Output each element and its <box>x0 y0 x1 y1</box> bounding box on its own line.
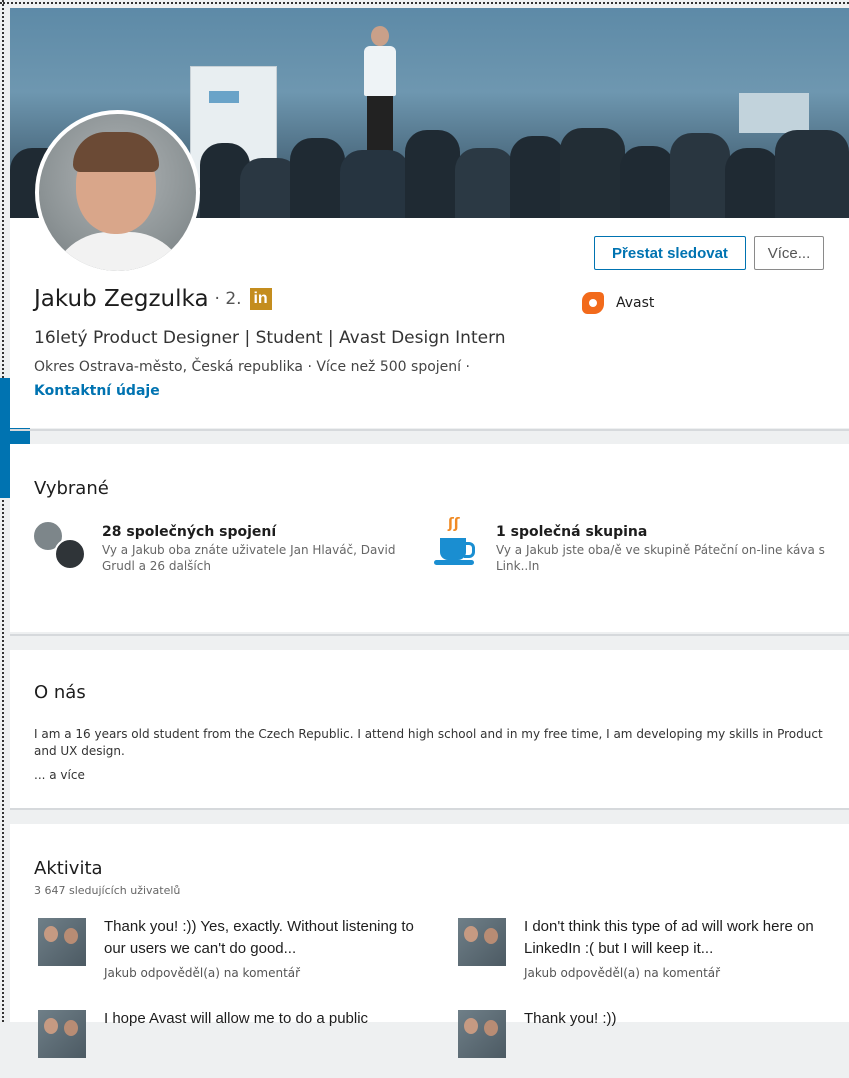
activity-thumbnail <box>458 1010 506 1058</box>
profile-top-card: Přestat sledovat Více... Jakub Zegzulka … <box>10 8 849 428</box>
mutual-avatar-2 <box>54 538 86 570</box>
section-divider <box>10 429 849 431</box>
profile-avatar[interactable] <box>35 110 200 275</box>
current-company[interactable]: Avast <box>582 292 654 314</box>
section-divider <box>10 634 849 636</box>
activity-item-meta: Jakub odpověděl(a) na komentář <box>104 966 301 980</box>
activity-item[interactable]: Thank you! :)) Yes, exactly. Without lis… <box>38 916 414 986</box>
activity-thumbnail <box>38 918 86 966</box>
section-divider <box>10 808 849 810</box>
activity-item-title: I don't think this type of ad will work … <box>524 918 814 957</box>
about-title: O nás <box>34 682 86 703</box>
activity-item-meta: Jakub odpověděl(a) na komentář <box>524 966 721 980</box>
about-section: O nás I am a 16 years old student from t… <box>10 650 849 808</box>
activity-item[interactable]: I don't think this type of ad will work … <box>458 916 828 986</box>
mutual-connections-desc: Vy a Jakub oba znáte uživatele Jan Hlavá… <box>102 543 396 573</box>
profile-name: Jakub Zegzulka <box>34 286 209 312</box>
contact-info-link[interactable]: Kontaktní údaje <box>34 383 160 399</box>
avast-logo-icon <box>582 292 604 314</box>
activity-item-title: I hope Avast will allow me to do a publi… <box>104 1010 369 1027</box>
activity-section: Aktivita 3 647 sledujících uživatelů Tha… <box>10 824 849 1058</box>
about-see-more-link[interactable]: ... a více <box>34 768 85 782</box>
mutual-group-desc: Vy a Jakub jste oba/ě ve skupině Páteční… <box>496 543 825 573</box>
profile-name-row: Jakub Zegzulka · 2. in <box>34 286 272 312</box>
coffee-cup-icon: ʃʃ <box>434 516 476 572</box>
activity-thumbnail <box>458 918 506 966</box>
activity-item-title: Thank you! :)) <box>524 1010 617 1027</box>
mutual-group-title: 1 společná skupina <box>496 524 648 540</box>
profile-location: Okres Ostrava-město, Česká republika · V… <box>34 359 470 375</box>
about-text: I am a 16 years old student from the Cze… <box>34 727 823 758</box>
activity-item[interactable]: I hope Avast will allow me to do a publi… <box>38 1008 408 1078</box>
activity-item[interactable]: Thank you! :)) <box>458 1008 828 1078</box>
connection-degree: · 2. <box>214 289 242 309</box>
more-button[interactable]: Více... <box>754 236 824 270</box>
highlights-title: Vybrané <box>34 478 109 499</box>
selection-border-left <box>2 0 4 1022</box>
unfollow-button[interactable]: Přestat sledovat <box>594 236 746 270</box>
selection-border-top <box>0 2 849 4</box>
mutual-group-item[interactable]: 1 společná skupina Vy a Jakub jste oba/ě… <box>496 524 849 574</box>
activity-item-title: Thank you! :)) Yes, exactly. Without lis… <box>104 918 414 957</box>
activity-title: Aktivita <box>34 858 103 879</box>
profile-headline: 16letý Product Designer | Student | Avas… <box>34 328 506 348</box>
activity-followers: 3 647 sledujících uživatelů <box>34 884 181 897</box>
linkedin-premium-badge-icon: in <box>249 288 272 310</box>
company-name: Avast <box>616 295 655 311</box>
highlights-section: Vybrané 28 společných spojení Vy a Jakub… <box>10 444 849 632</box>
activity-thumbnail <box>38 1010 86 1058</box>
